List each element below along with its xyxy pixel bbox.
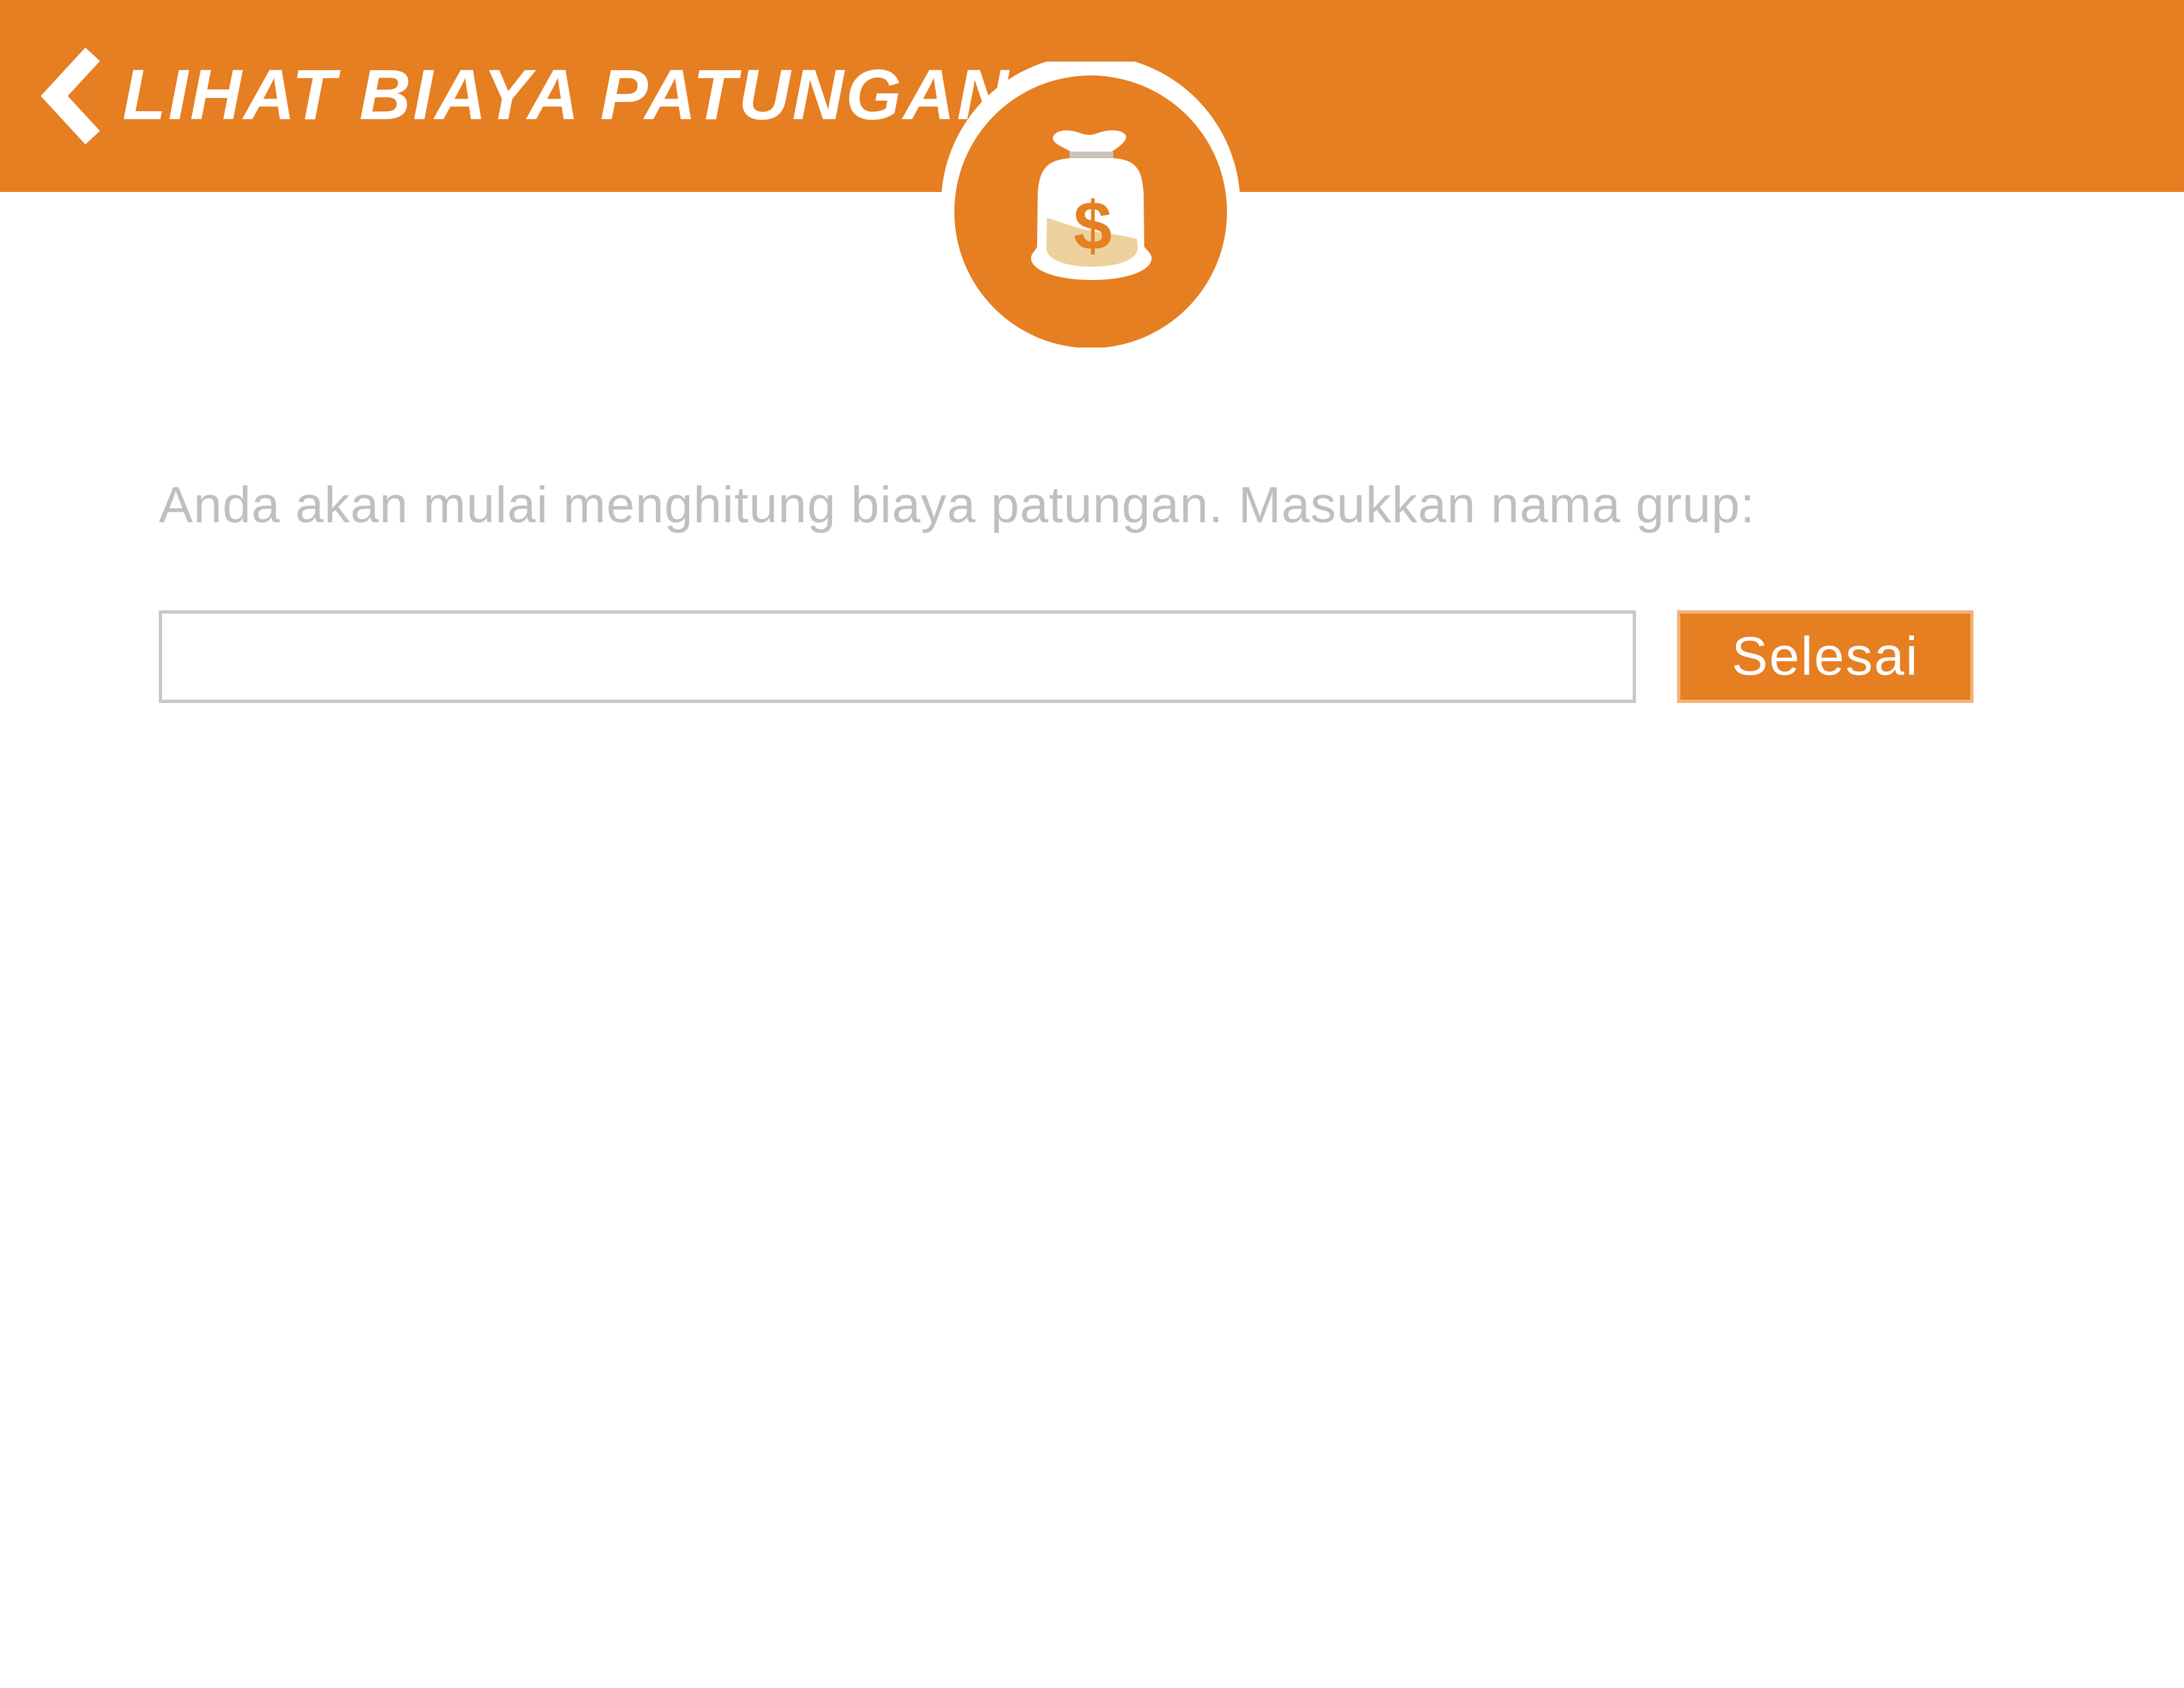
page-title: LIHAT BIAYA PATUNGAN <box>122 54 1011 134</box>
svg-text:$: $ <box>1073 188 1112 265</box>
group-name-input[interactable] <box>159 610 1636 703</box>
money-bag-badge: $ <box>941 62 1240 348</box>
back-button[interactable] <box>26 40 113 152</box>
money-bag-icon: $ <box>941 62 1240 348</box>
page: LIHAT BIAYA PATUNGAN $ Anda akan mulai m… <box>0 0 2184 1688</box>
instruction-text: Anda akan mulai menghitung biaya patunga… <box>159 477 1756 534</box>
done-button[interactable]: Selesai <box>1677 610 1974 703</box>
chevron-left-icon <box>40 47 101 145</box>
